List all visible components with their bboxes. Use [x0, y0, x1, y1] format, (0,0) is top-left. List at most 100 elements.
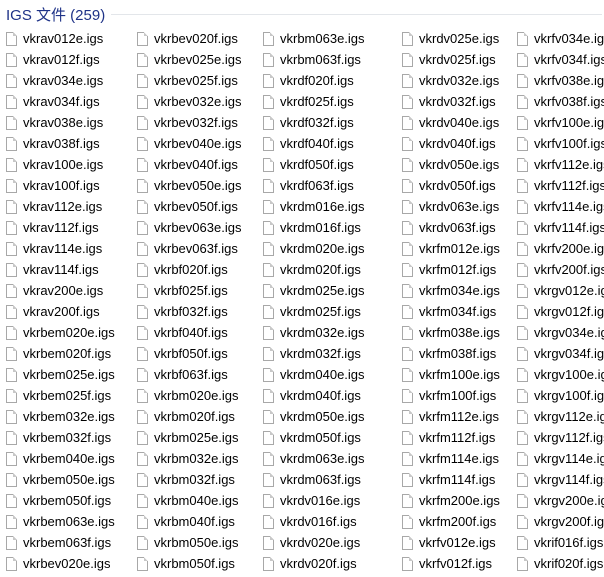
file-item[interactable]: vkrfm114f.igs: [396, 469, 511, 490]
file-item[interactable]: vkrbev032f.igs: [131, 112, 257, 133]
file-item[interactable]: vkrdf040f.igs: [257, 133, 396, 154]
file-item[interactable]: vkrbm032e.igs: [131, 448, 257, 469]
file-item[interactable]: vkrav114e.igs: [0, 238, 131, 259]
file-item[interactable]: vkrfv112e.igs: [511, 154, 604, 175]
file-item[interactable]: vkrbm040e.igs: [131, 490, 257, 511]
file-item[interactable]: vkrdv025f.igs: [396, 49, 511, 70]
file-item[interactable]: vkrfm038e.igs: [396, 322, 511, 343]
file-item[interactable]: vkrbf032f.igs: [131, 301, 257, 322]
file-item[interactable]: vkrdv016e.igs: [257, 490, 396, 511]
file-item[interactable]: vkrav012f.igs: [0, 49, 131, 70]
file-item[interactable]: vkrdm025e.igs: [257, 280, 396, 301]
file-item[interactable]: vkrdv032e.igs: [396, 70, 511, 91]
file-item[interactable]: vkrfv038e.igs: [511, 70, 604, 91]
file-item[interactable]: vkrbev020f.igs: [131, 28, 257, 49]
file-item[interactable]: vkrbm040f.igs: [131, 511, 257, 532]
file-item[interactable]: vkrbev040f.igs: [131, 154, 257, 175]
group-header[interactable]: IGS 文件 (259): [0, 0, 604, 28]
file-item[interactable]: vkrbem025f.igs: [0, 385, 131, 406]
file-item[interactable]: vkrdf025f.igs: [257, 91, 396, 112]
file-item[interactable]: vkrbem032e.igs: [0, 406, 131, 427]
file-item[interactable]: vkrif016f.igs: [511, 532, 604, 553]
file-item[interactable]: vkrbf020f.igs: [131, 259, 257, 280]
file-item[interactable]: vkrdm063f.igs: [257, 469, 396, 490]
file-item[interactable]: vkrfv100f.igs: [511, 133, 604, 154]
file-item[interactable]: vkrbm050e.igs: [131, 532, 257, 553]
file-item[interactable]: vkrdv020e.igs: [257, 532, 396, 553]
file-item[interactable]: vkrbm063f.igs: [257, 49, 396, 70]
file-item[interactable]: vkrbev020e.igs: [0, 553, 131, 574]
file-item[interactable]: vkrdm020e.igs: [257, 238, 396, 259]
file-item[interactable]: vkrdf020f.igs: [257, 70, 396, 91]
file-item[interactable]: vkrfm034e.igs: [396, 280, 511, 301]
file-item[interactable]: vkrfv034f.igs: [511, 49, 604, 70]
file-item[interactable]: vkrfm100f.igs: [396, 385, 511, 406]
file-item[interactable]: vkrdm050e.igs: [257, 406, 396, 427]
file-item[interactable]: vkrbm020f.igs: [131, 406, 257, 427]
file-item[interactable]: vkrfv012e.igs: [396, 532, 511, 553]
file-item[interactable]: vkrbem032f.igs: [0, 427, 131, 448]
file-item[interactable]: vkrdv040e.igs: [396, 112, 511, 133]
file-item[interactable]: vkrgv100f.igs: [511, 385, 604, 406]
file-item[interactable]: vkrav100e.igs: [0, 154, 131, 175]
file-item[interactable]: vkrbm032f.igs: [131, 469, 257, 490]
file-item[interactable]: vkrfm012f.igs: [396, 259, 511, 280]
file-item[interactable]: vkrbem063f.igs: [0, 532, 131, 553]
file-item[interactable]: vkrbm025e.igs: [131, 427, 257, 448]
file-item[interactable]: vkrav034e.igs: [0, 70, 131, 91]
file-item[interactable]: vkrdv063e.igs: [396, 196, 511, 217]
file-item[interactable]: vkrfv012f.igs: [396, 553, 511, 574]
file-item[interactable]: vkrdm032e.igs: [257, 322, 396, 343]
file-item[interactable]: vkrdv040f.igs: [396, 133, 511, 154]
file-item[interactable]: vkrfv112f.igs: [511, 175, 604, 196]
file-item[interactable]: vkrdv016f.igs: [257, 511, 396, 532]
file-item[interactable]: vkrbev063e.igs: [131, 217, 257, 238]
file-item[interactable]: vkrfm112f.igs: [396, 427, 511, 448]
file-item[interactable]: vkrdm016f.igs: [257, 217, 396, 238]
file-item[interactable]: vkrbev063f.igs: [131, 238, 257, 259]
file-item[interactable]: vkrgv100e.igs: [511, 364, 604, 385]
file-item[interactable]: vkrbem020e.igs: [0, 322, 131, 343]
file-item[interactable]: vkrdf032f.igs: [257, 112, 396, 133]
file-item[interactable]: vkrgv034f.igs: [511, 343, 604, 364]
file-item[interactable]: vkrbem025e.igs: [0, 364, 131, 385]
file-item[interactable]: vkrif020f.igs: [511, 553, 604, 574]
file-item[interactable]: vkrfv114e.igs: [511, 196, 604, 217]
file-item[interactable]: vkrbem040e.igs: [0, 448, 131, 469]
file-item[interactable]: vkrfm112e.igs: [396, 406, 511, 427]
file-item[interactable]: vkrfm200e.igs: [396, 490, 511, 511]
file-item[interactable]: vkrbem050f.igs: [0, 490, 131, 511]
file-item[interactable]: vkrbf050f.igs: [131, 343, 257, 364]
file-item[interactable]: vkrbf040f.igs: [131, 322, 257, 343]
file-item[interactable]: vkrav112e.igs: [0, 196, 131, 217]
file-item[interactable]: vkrdm040e.igs: [257, 364, 396, 385]
file-item[interactable]: vkrdm020f.igs: [257, 259, 396, 280]
file-item[interactable]: vkrdv063f.igs: [396, 217, 511, 238]
file-item[interactable]: vkrdv050f.igs: [396, 175, 511, 196]
file-item[interactable]: vkrfv034e.igs: [511, 28, 604, 49]
file-item[interactable]: vkrav012e.igs: [0, 28, 131, 49]
file-item[interactable]: vkrfm200f.igs: [396, 511, 511, 532]
file-item[interactable]: vkrav112f.igs: [0, 217, 131, 238]
file-item[interactable]: vkrfv200e.igs: [511, 238, 604, 259]
group-title[interactable]: IGS 文件 (259): [0, 4, 105, 25]
file-item[interactable]: vkrfm012e.igs: [396, 238, 511, 259]
file-item[interactable]: vkrdf050f.igs: [257, 154, 396, 175]
file-item[interactable]: vkrbm020e.igs: [131, 385, 257, 406]
file-item[interactable]: vkrgv200f.igs: [511, 511, 604, 532]
file-item[interactable]: vkrfv114f.igs: [511, 217, 604, 238]
file-item[interactable]: vkrav038f.igs: [0, 133, 131, 154]
file-item[interactable]: vkrdv020f.igs: [257, 553, 396, 574]
file-item[interactable]: vkrbem063e.igs: [0, 511, 131, 532]
file-item[interactable]: vkrav034f.igs: [0, 91, 131, 112]
file-item[interactable]: vkrgv012f.igs: [511, 301, 604, 322]
file-item[interactable]: vkrdm040f.igs: [257, 385, 396, 406]
file-item[interactable]: vkrbev025f.igs: [131, 70, 257, 91]
file-item[interactable]: vkrdm025f.igs: [257, 301, 396, 322]
file-item[interactable]: vkrdf063f.igs: [257, 175, 396, 196]
file-item[interactable]: vkrgv112e.igs: [511, 406, 604, 427]
file-item[interactable]: vkrbev032e.igs: [131, 91, 257, 112]
file-item[interactable]: vkrdv050e.igs: [396, 154, 511, 175]
file-item[interactable]: vkrdm032f.igs: [257, 343, 396, 364]
file-item[interactable]: vkrfv200f.igs: [511, 259, 604, 280]
